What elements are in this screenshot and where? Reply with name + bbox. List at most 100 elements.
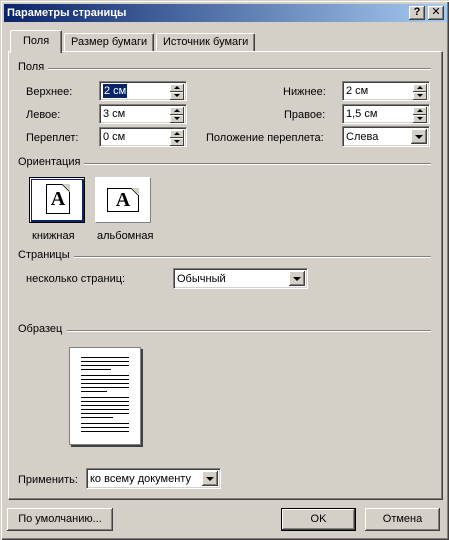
- top-margin-up-button[interactable]: [170, 84, 184, 92]
- tab-paper-source[interactable]: Источник бумаги: [156, 33, 256, 52]
- pages-group-divider: [71, 256, 431, 258]
- orientation-group-divider: [81, 163, 431, 165]
- chevron-down-icon: [206, 477, 214, 481]
- preview-text-line: [81, 427, 129, 428]
- preview-text-line: [81, 391, 107, 392]
- right-margin-label: Правое:: [284, 109, 326, 121]
- preview-text-line: [81, 387, 129, 388]
- margins-group-label: Поля: [18, 61, 49, 73]
- apply-to-label: Применить:: [18, 474, 78, 486]
- preview-text-line: [81, 401, 129, 402]
- gutter-spinner[interactable]: 0 см: [99, 127, 187, 147]
- gutter-up-button[interactable]: [170, 130, 184, 138]
- top-margin-down-button[interactable]: [170, 92, 184, 100]
- preview-text-line: [81, 361, 129, 362]
- dog-ear-icon: [131, 188, 139, 196]
- right-margin-down-button[interactable]: [413, 115, 427, 123]
- page-setup-dialog: Параметры страницы ? ✕ Поля Размер бумаг…: [0, 0, 449, 540]
- top-margin-value: 2 см: [103, 84, 128, 98]
- spin-up-icon: [417, 109, 423, 112]
- preview-text-line: [81, 397, 129, 398]
- left-margin-spinner[interactable]: 3 см: [99, 104, 187, 124]
- gutter-position-label: Положение переплета:: [206, 132, 324, 144]
- landscape-page-icon: A: [107, 188, 139, 212]
- bottom-margin-value: 2 см: [346, 85, 369, 97]
- close-button[interactable]: ✕: [428, 6, 444, 20]
- dog-ear-icon: [62, 184, 70, 192]
- bottom-margin-label: Нижнее:: [283, 86, 326, 98]
- multiple-pages-dropdown-button[interactable]: [289, 271, 305, 286]
- ok-button-label: OK: [310, 513, 327, 525]
- page-preview: [69, 347, 141, 445]
- spin-up-icon: [417, 86, 423, 89]
- gutter-position-dropdown-button[interactable]: [411, 129, 427, 144]
- chevron-down-icon: [415, 135, 423, 139]
- top-margin-label: Верхнее:: [26, 86, 73, 98]
- chevron-down-icon: [293, 277, 301, 281]
- portrait-label[interactable]: книжная: [32, 229, 75, 243]
- help-button[interactable]: ?: [409, 6, 425, 20]
- preview-text-line: [81, 417, 113, 418]
- bottom-margin-up-button[interactable]: [413, 84, 427, 92]
- gutter-value: 0 см: [103, 131, 126, 143]
- cancel-button-label: Отмена: [382, 513, 423, 525]
- preview-text-line: [81, 379, 129, 380]
- right-margin-value: 1,5 см: [346, 108, 378, 120]
- left-margin-label: Левое:: [26, 109, 61, 121]
- spin-down-icon: [174, 140, 180, 143]
- preview-text-line: [81, 431, 129, 432]
- gutter-position-select[interactable]: Слева: [342, 126, 430, 147]
- spin-down-icon: [417, 94, 423, 97]
- bottom-margin-spinner[interactable]: 2 см: [342, 81, 430, 101]
- cancel-button[interactable]: Отмена: [365, 508, 440, 531]
- set-default-button-label: По умолчанию...: [18, 513, 102, 525]
- pages-group-label: Страницы: [18, 249, 74, 261]
- ok-button[interactable]: OK: [281, 508, 356, 531]
- help-icon: ?: [413, 6, 421, 18]
- close-icon: ✕: [431, 6, 441, 18]
- preview-text-line: [81, 405, 129, 406]
- multiple-pages-label: несколько страниц:: [26, 273, 126, 285]
- preview-text-line: [81, 423, 129, 424]
- landscape-orientation-button[interactable]: A: [95, 177, 151, 223]
- preview-group-label: Образец: [18, 323, 67, 335]
- left-margin-up-button[interactable]: [170, 107, 184, 115]
- portrait-orientation-button[interactable]: A: [29, 177, 85, 223]
- spin-up-icon: [174, 86, 180, 89]
- set-default-button[interactable]: По умолчанию...: [7, 508, 113, 531]
- title-bar[interactable]: Параметры страницы: [4, 4, 447, 22]
- apply-to-select[interactable]: ко всему документу: [86, 468, 221, 489]
- left-margin-down-button[interactable]: [170, 115, 184, 123]
- apply-to-value: ко всему документу: [90, 473, 191, 485]
- preview-text-line: [81, 383, 129, 384]
- window-title: Параметры страницы: [7, 7, 127, 19]
- tab-paper-size[interactable]: Размер бумаги: [64, 33, 155, 52]
- tab-paper-source-label: Источник бумаги: [163, 36, 249, 48]
- gutter-position-value: Слева: [346, 131, 379, 143]
- preview-text-line: [81, 375, 129, 376]
- orientation-group-label: Ориентация: [18, 156, 85, 168]
- preview-group-divider: [67, 330, 431, 332]
- gutter-label: Переплет:: [26, 132, 79, 144]
- gutter-down-button[interactable]: [170, 138, 184, 146]
- portrait-page-icon: A: [46, 184, 70, 214]
- margins-group-divider: [47, 68, 431, 70]
- tab-margins-label: Поля: [23, 35, 50, 47]
- tab-margins[interactable]: Поля: [10, 30, 63, 53]
- spin-down-icon: [174, 117, 180, 120]
- preview-text-line: [81, 413, 129, 414]
- right-margin-spinner[interactable]: 1,5 см: [342, 104, 430, 124]
- landscape-label[interactable]: альбомная: [97, 229, 153, 243]
- left-margin-value: 3 см: [103, 108, 126, 120]
- tab-paper-size-label: Размер бумаги: [71, 36, 148, 48]
- apply-to-dropdown-button[interactable]: [202, 471, 218, 486]
- landscape-icon-letter: A: [115, 189, 131, 211]
- preview-text-line: [81, 369, 111, 370]
- top-margin-spinner[interactable]: 2 см: [99, 81, 187, 101]
- spin-up-icon: [174, 109, 180, 112]
- preview-text-line: [81, 365, 129, 366]
- multiple-pages-select[interactable]: Обычный: [173, 268, 308, 289]
- bottom-margin-down-button[interactable]: [413, 92, 427, 100]
- spin-down-icon: [417, 117, 423, 120]
- right-margin-up-button[interactable]: [413, 107, 427, 115]
